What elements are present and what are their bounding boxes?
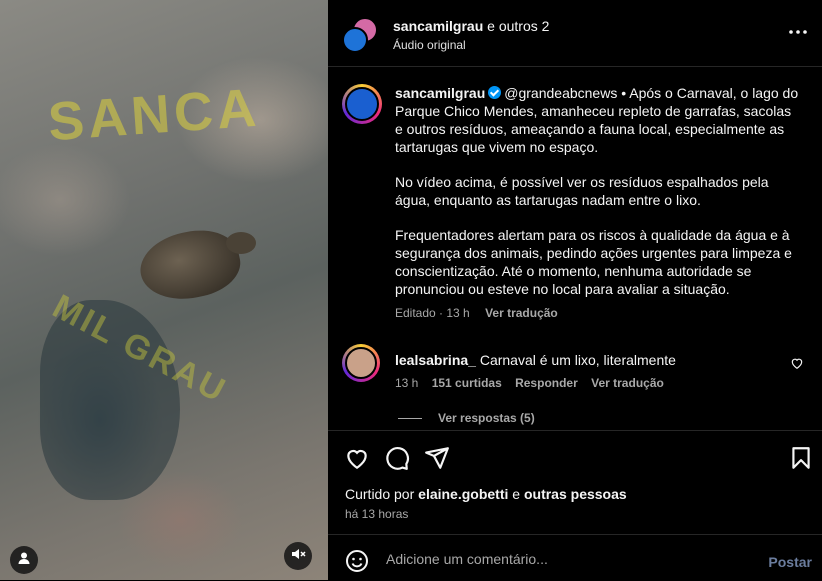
- view-replies-label: Ver respostas (5): [438, 411, 535, 425]
- actions-bar: Curtido por elaine.gobetti e outras pess…: [328, 430, 822, 535]
- more-horizontal-icon: [788, 27, 808, 44]
- comment-body: Carnaval é um lixo, literalmente: [479, 352, 676, 368]
- liked-by-others[interactable]: outras pessoas: [524, 486, 627, 502]
- caption-username[interactable]: sancamilgrau: [395, 85, 485, 101]
- like-button[interactable]: [344, 445, 370, 471]
- header-username-link[interactable]: sancamilgrau: [393, 18, 483, 34]
- tagged-users-button[interactable]: [10, 546, 38, 574]
- muted-speaker-icon: [290, 546, 306, 567]
- send-icon: [424, 447, 450, 475]
- more-options-button[interactable]: [788, 24, 808, 40]
- liked-by-user[interactable]: elaine.gobetti: [418, 486, 508, 502]
- user-icon: [17, 551, 31, 570]
- caption-meta: Editado · 13 h Ver tradução: [395, 304, 800, 322]
- verified-badge-icon: [488, 86, 502, 99]
- liked-by: Curtido por elaine.gobetti e outras pess…: [345, 486, 627, 502]
- caption-text: sancamilgrau @grandeabcnews • Após o Carn…: [395, 84, 800, 322]
- comment-avatar[interactable]: [342, 344, 380, 382]
- bookmark-icon: [788, 447, 814, 475]
- caption-edited-time: Editado · 13 h: [395, 306, 470, 320]
- comment-like-button[interactable]: [790, 356, 804, 370]
- comment-input[interactable]: [384, 547, 718, 571]
- smiley-icon: [345, 550, 369, 577]
- post-video[interactable]: SANCA MIL GRAU: [0, 0, 328, 580]
- save-button[interactable]: [788, 445, 814, 471]
- comment-username[interactable]: lealsabrina_: [395, 352, 476, 368]
- emoji-button[interactable]: [345, 549, 369, 573]
- post-time[interactable]: há 13 horas: [345, 507, 408, 521]
- post-details-panel: sancamilgrau e outros 2 Áudio original s…: [328, 0, 822, 580]
- header-usernames: sancamilgrau e outros 2: [393, 18, 549, 34]
- comment-text: lealsabrina_ Carnaval é um lixo, literal…: [395, 351, 785, 369]
- header-others-link[interactable]: e outros 2: [487, 18, 549, 34]
- comment-meta: 13 h 151 curtidas Responder Ver tradução: [395, 376, 674, 390]
- add-comment-bar: Postar: [328, 534, 822, 581]
- mute-button[interactable]: [284, 542, 312, 570]
- comment-translate-link[interactable]: Ver tradução: [591, 376, 664, 390]
- share-button[interactable]: [424, 445, 450, 471]
- replies-divider: [398, 418, 422, 420]
- turtle-head: [226, 232, 256, 254]
- view-replies-button[interactable]: Ver respostas (5): [398, 411, 535, 425]
- watermark-top: SANCA: [46, 77, 262, 153]
- caption-paragraph-2: No vídeo acima, é possível ver os resídu…: [395, 174, 769, 208]
- liked-by-mid: e: [508, 486, 524, 502]
- caption-paragraph-3: Frequentadores alertam para os riscos à …: [395, 227, 792, 297]
- collab-avatars[interactable]: [342, 17, 378, 53]
- comment-likes[interactable]: 151 curtidas: [432, 376, 502, 390]
- comment-reply-button[interactable]: Responder: [515, 376, 578, 390]
- liked-by-prefix: Curtido por: [345, 486, 419, 502]
- heart-icon: [344, 449, 370, 475]
- caption-translate-link[interactable]: Ver tradução: [485, 306, 558, 320]
- comment-button[interactable]: [384, 445, 410, 471]
- comment-bubble-icon: [384, 447, 410, 475]
- heart-icon: [790, 357, 804, 374]
- caption-mention[interactable]: @grandeabcnews: [504, 85, 617, 101]
- post-comment-button[interactable]: Postar: [768, 554, 812, 570]
- avatar: [342, 27, 368, 53]
- post-header: sancamilgrau e outros 2 Áudio original: [328, 0, 822, 67]
- audio-link[interactable]: Áudio original: [393, 38, 466, 52]
- comment-time: 13 h: [395, 376, 419, 390]
- caption-avatar[interactable]: [342, 84, 382, 124]
